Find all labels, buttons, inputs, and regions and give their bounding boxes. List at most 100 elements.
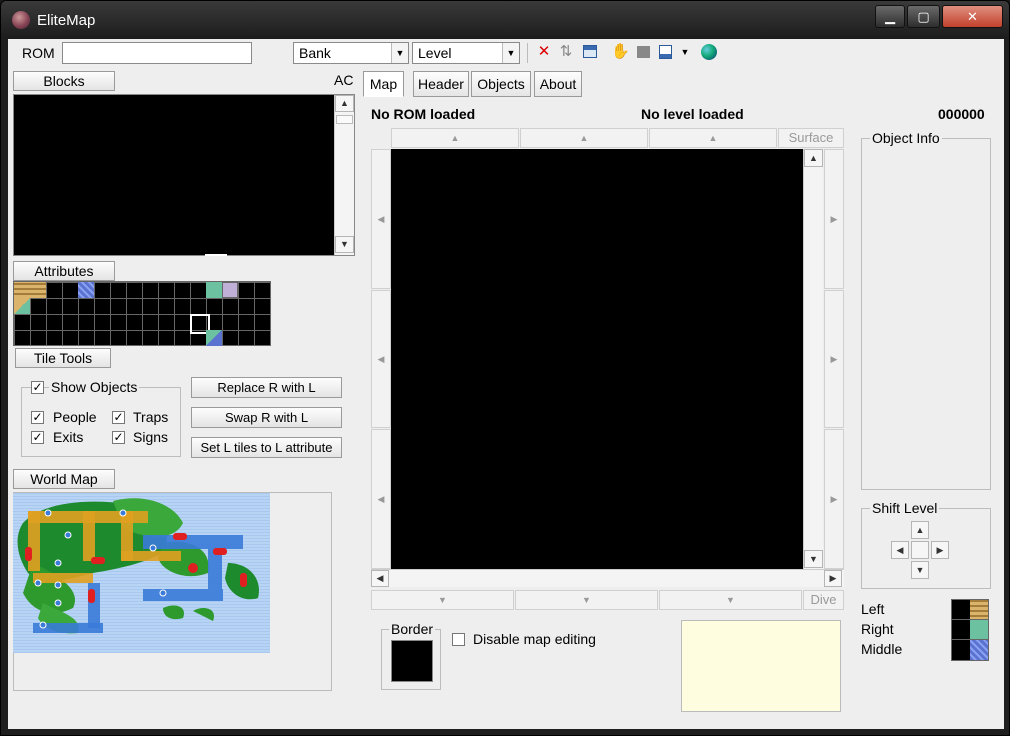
shift-up-center[interactable]: ▲ <box>520 128 648 148</box>
shift-up-right[interactable]: ▲ <box>649 128 777 148</box>
tile-grass <box>206 282 222 298</box>
signs-label: Signs <box>133 429 169 445</box>
tab-about[interactable]: About <box>534 71 582 97</box>
ac-label: AC <box>334 72 354 88</box>
shift-left-bottom[interactable]: ◀ <box>371 429 391 569</box>
shift-down-left[interactable]: ▼ <box>371 590 514 610</box>
object-info-label: Object Info <box>870 130 942 146</box>
scroll-up-icon[interactable]: ▲ <box>804 149 823 167</box>
middle-tile-swatch[interactable] <box>951 639 989 661</box>
shift-left-top[interactable]: ◀ <box>371 149 391 289</box>
surface-button[interactable]: Surface <box>778 128 844 148</box>
close-rom-icon[interactable]: ✕ <box>535 43 553 61</box>
blocks-selection <box>205 254 227 256</box>
disable-editing-label: Disable map editing <box>473 631 596 647</box>
shift-level-left-icon[interactable]: ◀ <box>891 541 909 559</box>
shift-down-right[interactable]: ▼ <box>659 590 802 610</box>
shift-level-center <box>911 541 929 559</box>
shift-level-label: Shift Level <box>870 500 940 516</box>
tab-header[interactable]: Header <box>413 71 469 97</box>
people-label: People <box>53 409 97 425</box>
blocks-button[interactable]: Blocks <box>13 71 115 91</box>
border-preview[interactable] <box>391 640 433 682</box>
tab-map[interactable]: Map <box>363 71 404 97</box>
minimize-icon: ▁ <box>885 9 895 24</box>
scroll-thumb[interactable] <box>336 115 353 124</box>
shift-level-down-icon[interactable]: ▼ <box>911 561 929 579</box>
scroll-up-icon[interactable]: ▲ <box>335 95 354 112</box>
maximize-icon: ▢ <box>917 9 930 24</box>
globe-icon[interactable] <box>700 43 718 61</box>
attributes-grid[interactable] <box>13 281 271 346</box>
tile-water <box>78 282 94 298</box>
right-tile-swatch[interactable] <box>951 619 989 641</box>
notes-area[interactable] <box>681 620 841 712</box>
attributes-button[interactable]: Attributes <box>13 261 115 281</box>
tab-objects[interactable]: Objects <box>471 71 531 97</box>
minimize-button[interactable]: ▁ <box>875 5 905 28</box>
traps-checkbox[interactable]: ✓ <box>112 411 125 424</box>
title-bar[interactable]: EliteMap ▁ ▢ ✕ <box>1 1 1009 39</box>
toolbar-separator <box>527 43 528 63</box>
world-map-button[interactable]: World Map <box>13 469 115 489</box>
scroll-left-icon[interactable]: ◀ <box>371 570 389 587</box>
tile-sand <box>14 282 46 298</box>
hand-icon[interactable]: ✋ <box>611 43 630 61</box>
tile-corner <box>206 330 222 346</box>
shift-right-mid[interactable]: ▶ <box>824 290 844 428</box>
app-icon <box>12 11 30 29</box>
level-select[interactable]: Level ▼ <box>412 42 520 64</box>
tile-slope <box>14 298 30 314</box>
signs-checkbox[interactable]: ✓ <box>112 431 125 444</box>
client-area: ROM Bank ▼ Level ▼ ✕ ⇅ ✋ ▼ Blocks AC ▲ ▼ A… <box>8 39 1004 729</box>
tile-sign <box>222 282 238 298</box>
replace-r-with-l-button[interactable]: Replace R with L <box>191 377 342 398</box>
map-canvas[interactable] <box>391 149 803 569</box>
window-title: EliteMap <box>37 12 96 29</box>
close-button[interactable]: ✕ <box>942 5 1003 28</box>
sort-icon[interactable]: ⇅ <box>557 43 575 61</box>
disable-editing-checkbox[interactable] <box>452 633 465 646</box>
close-icon: ✕ <box>967 9 978 24</box>
maximize-button[interactable]: ▢ <box>907 5 940 28</box>
bank-select[interactable]: Bank ▼ <box>293 42 409 64</box>
scroll-right-icon[interactable]: ▶ <box>824 570 842 587</box>
map-vscroll[interactable]: ▲ ▼ <box>803 149 823 569</box>
tile-tools-button[interactable]: Tile Tools <box>15 348 111 368</box>
left-tile-label: Left <box>861 601 885 617</box>
dive-button[interactable]: Dive <box>803 590 844 610</box>
shift-up-left[interactable]: ▲ <box>391 128 519 148</box>
save-icon[interactable] <box>657 43 675 61</box>
show-objects-label: Show Objects <box>49 379 140 395</box>
shift-right-top[interactable]: ▶ <box>824 149 844 289</box>
rom-status: No ROM loaded <box>371 106 476 122</box>
rom-label: ROM <box>22 45 55 61</box>
map-hscroll[interactable]: ◀ ▶ <box>371 569 844 587</box>
rom-field[interactable] <box>62 42 252 64</box>
dropdown-icon[interactable]: ▼ <box>676 43 694 61</box>
swap-r-with-l-button[interactable]: Swap R with L <box>191 407 342 428</box>
scroll-down-icon[interactable]: ▼ <box>335 236 354 253</box>
shift-down-center[interactable]: ▼ <box>515 590 658 610</box>
shift-left-mid[interactable]: ◀ <box>371 290 391 428</box>
chevron-down-icon: ▼ <box>391 43 408 63</box>
shift-right-bottom[interactable]: ▶ <box>824 429 844 569</box>
blocks-scrollbar[interactable]: ▲ ▼ <box>334 95 354 255</box>
people-checkbox[interactable]: ✓ <box>31 411 44 424</box>
object-info-group <box>861 138 991 490</box>
blocks-panel[interactable]: ▲ ▼ <box>13 94 355 256</box>
show-objects-checkbox[interactable]: ✓ <box>31 381 44 394</box>
exits-label: Exits <box>53 429 84 445</box>
shift-level-up-icon[interactable]: ▲ <box>911 521 929 539</box>
exits-checkbox[interactable]: ✓ <box>31 431 44 444</box>
shift-level-right-icon[interactable]: ▶ <box>931 541 949 559</box>
level-status: No level loaded <box>641 106 744 122</box>
left-tile-swatch[interactable] <box>951 599 989 621</box>
table-icon[interactable] <box>581 43 599 61</box>
set-l-attribute-button[interactable]: Set L tiles to L attribute <box>191 437 342 458</box>
chip-icon[interactable] <box>634 43 652 61</box>
world-map[interactable] <box>13 493 270 653</box>
right-tile-label: Right <box>861 621 894 637</box>
traps-label: Traps <box>133 409 169 425</box>
scroll-down-icon[interactable]: ▼ <box>804 550 823 568</box>
